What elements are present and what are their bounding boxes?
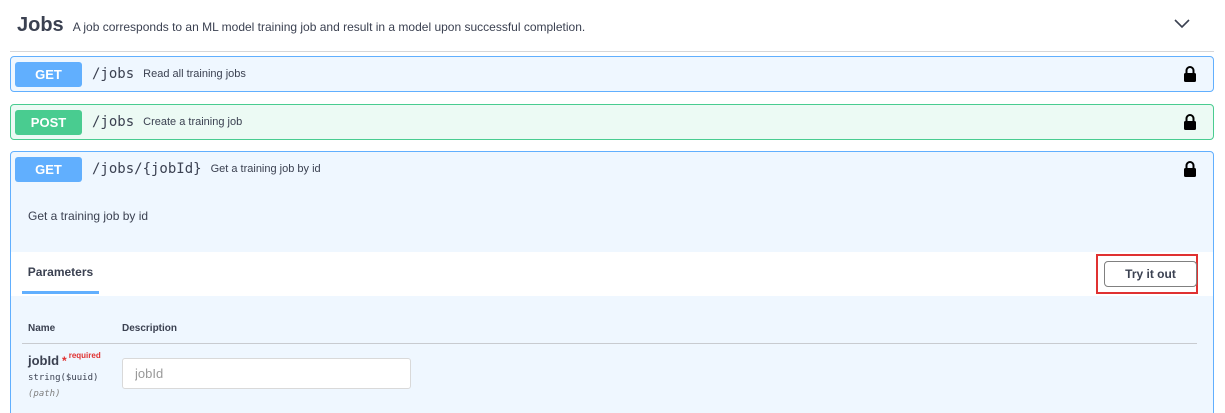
endpoint-summary: Create a training job	[143, 116, 243, 128]
try-it-out-button[interactable]: Try it out	[1104, 261, 1197, 287]
method-badge: GET	[15, 61, 82, 87]
opblock-get-jobs[interactable]: GET /jobs Read all training jobs	[10, 56, 1214, 92]
parameter-name-text: jobId	[28, 353, 60, 368]
table-divider	[22, 343, 1197, 344]
opblock-post-jobs[interactable]: POST /jobs Create a training job	[10, 104, 1214, 140]
endpoint-path: /jobs/{jobId}	[92, 161, 202, 177]
section-header[interactable]: Jobs A job corresponds to an ML model tr…	[10, 0, 1214, 52]
required-label: required	[68, 351, 101, 360]
endpoint-summary: Get a training job by id	[210, 163, 321, 175]
chevron-down-icon[interactable]	[1172, 14, 1192, 34]
parameters-table: Name Description jobId * required string($…	[11, 296, 1213, 413]
parameter-name: jobId * required	[28, 351, 101, 368]
tab-parameters[interactable]: Parameters	[22, 252, 99, 294]
opblock-summary[interactable]: POST /jobs Create a training job	[11, 105, 1213, 139]
parameter-type: string($uuid)	[28, 373, 99, 383]
method-badge: POST	[15, 109, 82, 135]
column-header-description: Description	[122, 323, 178, 334]
section-description: A job corresponds to an ML model trainin…	[72, 19, 586, 34]
endpoint-summary: Read all training jobs	[143, 68, 246, 80]
operation-description: Get a training job by id	[28, 209, 149, 223]
lock-icon[interactable]	[1183, 114, 1197, 130]
section-title: Jobs	[17, 14, 64, 36]
opblock-get-job-by-id: GET /jobs/{jobId} Get a training job by …	[10, 151, 1214, 413]
lock-icon[interactable]	[1183, 66, 1197, 82]
opblock-summary[interactable]: GET /jobs/{jobId} Get a training job by …	[11, 152, 1213, 186]
opblock-summary[interactable]: GET /jobs Read all training jobs	[11, 57, 1213, 91]
method-badge: GET	[15, 156, 82, 182]
endpoint-path: /jobs	[92, 114, 135, 130]
parameters-header: Parameters Try it out	[11, 252, 1213, 296]
lock-icon[interactable]	[1183, 161, 1197, 177]
jobid-input[interactable]	[122, 358, 411, 389]
parameter-location: (path)	[28, 389, 61, 399]
column-header-name: Name	[28, 323, 56, 334]
endpoint-path: /jobs	[92, 66, 135, 82]
required-star: *	[62, 354, 67, 368]
